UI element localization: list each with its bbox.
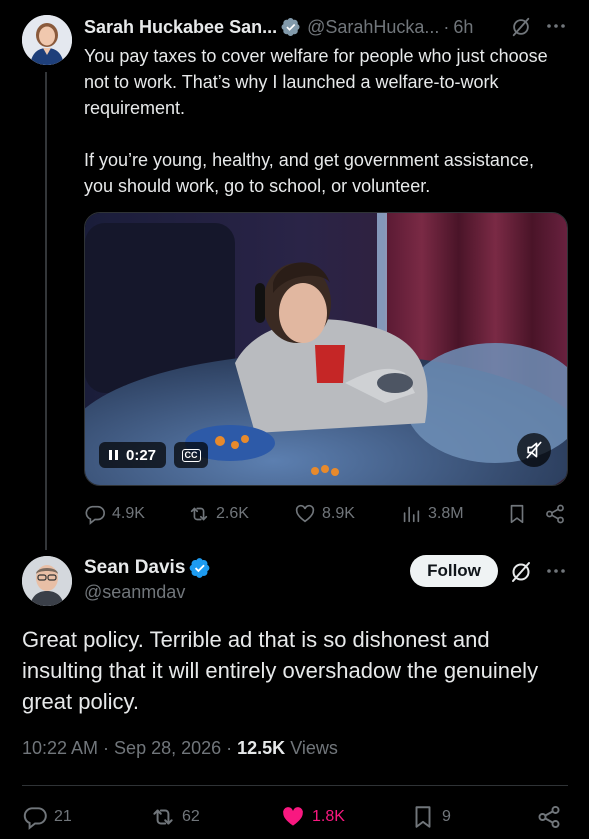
divider xyxy=(22,785,568,786)
playback-pill[interactable]: 0:27 xyxy=(99,442,167,468)
repost-icon xyxy=(153,809,173,825)
more-icon[interactable] xyxy=(544,562,568,580)
mute-button[interactable] xyxy=(517,433,551,467)
heart-icon xyxy=(283,807,303,826)
avatar[interactable] xyxy=(22,556,72,606)
grok-icon[interactable] xyxy=(509,560,533,584)
post-time[interactable]: 6h xyxy=(453,17,473,38)
like-button[interactable]: 8.9K xyxy=(294,500,355,528)
reply-button[interactable]: 21 xyxy=(22,802,72,832)
thread-connector-line xyxy=(45,72,47,550)
heart-icon xyxy=(295,504,315,523)
repost-button[interactable]: 2.6K xyxy=(188,500,249,528)
reply-icon xyxy=(23,807,47,830)
bookmark-button[interactable] xyxy=(506,500,528,528)
verified-badge-icon xyxy=(189,557,211,579)
views-label: Views xyxy=(290,738,338,758)
post-paragraph: You pay taxes to cover welfare for peopl… xyxy=(84,46,548,118)
author-name[interactable]: Sarah Huckabee San... xyxy=(84,17,277,38)
like-count: 1.8K xyxy=(312,808,345,825)
views-count: 12.5K xyxy=(237,738,286,758)
like-count: 8.9K xyxy=(322,505,355,522)
bookmark-button[interactable]: 9 xyxy=(410,802,451,832)
mute-icon xyxy=(526,441,542,459)
quoted-post-header: Sarah Huckabee San... @SarahHucka... · 6… xyxy=(84,15,473,39)
video-elapsed-time: 0:27 xyxy=(126,446,157,464)
main-post-author-row: Sean Davis xyxy=(84,556,217,580)
captions-label: CC xyxy=(181,448,201,462)
more-icon[interactable] xyxy=(544,17,568,35)
pause-icon[interactable] xyxy=(109,450,118,460)
bookmark-icon xyxy=(510,504,524,524)
reply-icon xyxy=(85,505,105,525)
repost-icon xyxy=(190,507,208,521)
grok-icon[interactable] xyxy=(510,16,532,38)
bookmark-icon xyxy=(415,806,431,828)
main-post-text: Great policy. Terrible ad that is so dis… xyxy=(22,627,539,714)
repost-count: 62 xyxy=(182,808,200,825)
quoted-post-text: You pay taxes to cover welfare for peopl… xyxy=(84,43,564,199)
reply-count: 21 xyxy=(54,808,72,825)
post-timestamp[interactable]: 10:22 AM · Sep 28, 2026 · xyxy=(22,738,237,758)
follow-button[interactable]: Follow xyxy=(410,555,498,587)
video-player[interactable]: 0:27 CC xyxy=(84,212,568,486)
post-meta: 10:22 AM · Sep 28, 2026 · 12.5K Views xyxy=(22,738,338,759)
separator-dot: · xyxy=(443,16,450,37)
captions-button[interactable]: CC xyxy=(174,442,209,468)
verified-badge-icon xyxy=(281,17,301,37)
quoted-post-actions: 4.9K 2.6K 8.9K 3.8M xyxy=(84,500,568,528)
views-icon xyxy=(403,506,420,523)
main-post-actions: 21 62 1.8K 9 xyxy=(22,802,568,832)
repost-button[interactable]: 62 xyxy=(150,802,200,832)
views-count: 3.8M xyxy=(428,505,464,522)
share-button[interactable] xyxy=(544,500,566,528)
post-paragraph: If you’re young, healthy, and get govern… xyxy=(84,150,534,196)
bookmark-count: 9 xyxy=(442,808,451,825)
repost-count: 2.6K xyxy=(216,505,249,522)
views-button[interactable]: 3.8M xyxy=(400,500,464,528)
avatar[interactable] xyxy=(22,15,72,65)
share-icon xyxy=(546,504,564,524)
video-controls: 0:27 CC xyxy=(99,441,209,469)
reply-count: 4.9K xyxy=(112,505,145,522)
share-button[interactable] xyxy=(536,802,562,832)
author-handle[interactable]: @SarahHucka... xyxy=(307,17,439,38)
reply-button[interactable]: 4.9K xyxy=(84,500,145,528)
like-button[interactable]: 1.8K xyxy=(280,802,345,832)
author-name[interactable]: Sean Davis xyxy=(84,557,185,579)
author-handle[interactable]: @seanmdav xyxy=(84,582,185,603)
share-icon xyxy=(538,805,560,829)
